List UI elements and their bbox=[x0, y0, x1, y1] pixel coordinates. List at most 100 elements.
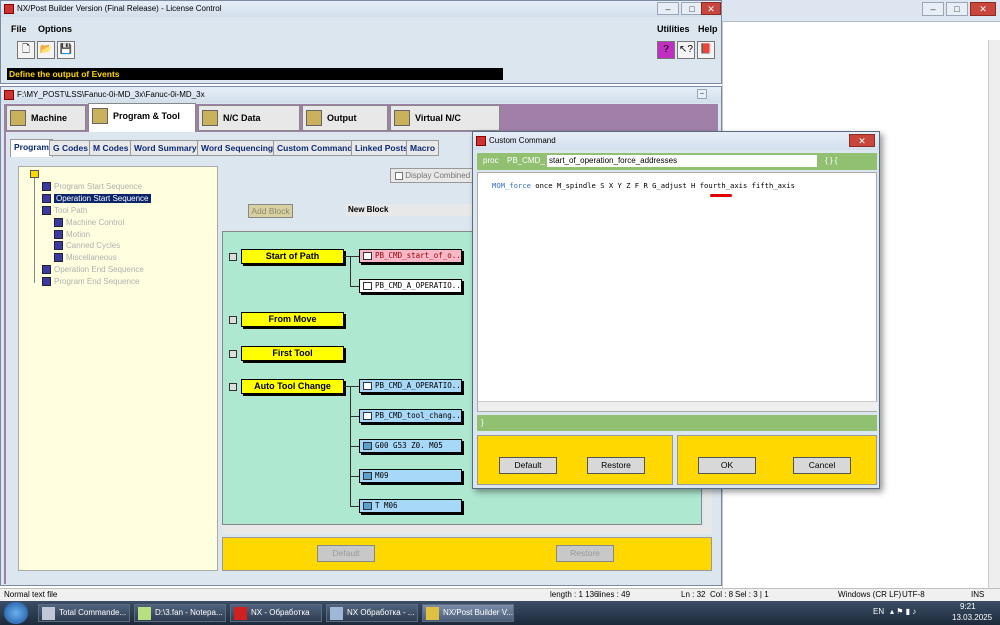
maximize-button[interactable]: □ bbox=[681, 2, 703, 15]
tree-item-canned-cycles[interactable]: Canned Cycles bbox=[54, 240, 120, 251]
minimize-button[interactable]: – bbox=[922, 2, 944, 16]
new-file-icon[interactable]: 🗋 bbox=[17, 41, 35, 59]
status-col: Col : 8 bbox=[710, 590, 734, 599]
dialog-cancel-button[interactable]: Cancel bbox=[793, 457, 851, 474]
command-block[interactable]: G00 G53 Z0. M05 bbox=[359, 439, 462, 453]
braces-label: { } { bbox=[825, 156, 838, 165]
tree-item-operation-start[interactable]: Operation Start Sequence bbox=[42, 193, 151, 204]
checkbox-icon bbox=[395, 171, 403, 180]
menu-utilities[interactable]: Utilities bbox=[657, 21, 690, 37]
root-folder-icon bbox=[30, 170, 39, 178]
open-folder-icon[interactable]: 📂 bbox=[37, 41, 55, 59]
command-block[interactable]: PB_CMD_A_OPERATIO... bbox=[359, 279, 462, 293]
tree-item-program-start[interactable]: Program Start Sequence bbox=[42, 181, 142, 192]
tree-item-program-end[interactable]: Program End Sequence bbox=[42, 276, 139, 287]
save-icon[interactable]: 💾 bbox=[57, 41, 75, 59]
tree-item-machine-control[interactable]: Machine Control bbox=[54, 217, 124, 228]
collapse-icon[interactable] bbox=[229, 253, 237, 261]
add-block-button[interactable]: Add Block bbox=[248, 204, 293, 218]
window-title: NX/Post Builder Version (Final Release) … bbox=[17, 4, 222, 13]
language-indicator[interactable]: EN bbox=[873, 607, 884, 616]
status-mode: INS bbox=[971, 590, 985, 599]
close-button[interactable]: ✕ bbox=[701, 2, 721, 15]
restore-button[interactable]: Restore bbox=[556, 545, 614, 562]
code-hscrollbar[interactable] bbox=[478, 401, 878, 411]
proc-header: proc PB_CMD_ start_of_operation_force_ad… bbox=[477, 153, 877, 170]
context-help-icon[interactable]: ↖? bbox=[677, 41, 695, 59]
tab-program-tool-path[interactable]: Program & Tool Path bbox=[88, 103, 196, 145]
task-post-builder[interactable]: NX/Post Builder V... bbox=[422, 604, 514, 622]
dialog-default-button[interactable]: Default bbox=[499, 457, 557, 474]
event-auto-tool-change[interactable]: Auto Tool Change bbox=[241, 379, 344, 394]
command-block[interactable]: T M06 bbox=[359, 499, 462, 513]
code-text: once M_spindle S X Y Z F R G_adjust H fo… bbox=[535, 181, 795, 190]
close-button[interactable]: ✕ bbox=[849, 134, 875, 147]
tab-program[interactable]: Program bbox=[10, 139, 53, 157]
tab-nc-data-definitions[interactable]: N/C Data Definitions bbox=[198, 105, 300, 147]
post-editor-titlebar: F:\MY_POST\LSS\Fanuc-0i-MD_3x\Fanuc-0i-M… bbox=[1, 87, 721, 103]
status-encoding: UTF-8 bbox=[902, 590, 925, 599]
tab-word-summary[interactable]: Word Summary bbox=[130, 140, 201, 156]
tray-icons[interactable]: ▴ ⚑ ▮ ♪ bbox=[890, 607, 916, 616]
close-button[interactable]: ✕ bbox=[970, 2, 996, 16]
taskbar: Total Commande... D:\3.fan - Notepa... N… bbox=[0, 601, 1000, 625]
tree-item-miscellaneous[interactable]: Miscellaneous bbox=[54, 252, 117, 263]
red-underline-mark bbox=[710, 194, 732, 197]
command-block[interactable]: PB_CMD_start_of_o... bbox=[359, 249, 462, 263]
event-start-of-path[interactable]: Start of Path bbox=[241, 249, 344, 264]
horizontal-scrollbar[interactable] bbox=[222, 525, 712, 534]
menu-help[interactable]: Help bbox=[698, 21, 718, 37]
tree-item-tool-path[interactable]: Tool Path bbox=[42, 205, 87, 216]
tab-machine-tool[interactable]: Machine Tool bbox=[6, 105, 86, 147]
dialog-restore-button[interactable]: Restore bbox=[587, 457, 645, 474]
maximize-button[interactable]: □ bbox=[946, 2, 968, 16]
hand-icon bbox=[363, 412, 372, 420]
notepad-scrollbar[interactable] bbox=[988, 40, 1000, 588]
task-nx-processing[interactable]: NX Обработка - ... bbox=[326, 604, 418, 622]
code-editor[interactable]: MOM_force once M_spindle S X Y Z F R G_a… bbox=[477, 172, 878, 412]
event-first-tool[interactable]: First Tool bbox=[241, 346, 344, 361]
tab-virtual-nc-controller[interactable]: Virtual N/C Controller bbox=[390, 105, 500, 147]
clock-time[interactable]: 9:21 bbox=[960, 602, 976, 611]
clock-date[interactable]: 13.03.2025 bbox=[952, 613, 992, 622]
status-line: Define the output of Events bbox=[7, 68, 503, 80]
manual-book-icon[interactable]: 📕 bbox=[697, 41, 715, 59]
event-from-move[interactable]: From Move bbox=[241, 312, 344, 327]
collapse-icon[interactable] bbox=[229, 316, 237, 324]
balloon-help-icon[interactable]: ? bbox=[657, 41, 675, 59]
collapse-icon[interactable] bbox=[229, 350, 237, 358]
display-combined-checkbox[interactable]: Display Combined bbox=[390, 168, 478, 183]
tab-custom-command[interactable]: Custom Command bbox=[273, 140, 357, 156]
minimize-button[interactable]: – bbox=[697, 89, 707, 99]
task-nx[interactable]: NX - Обработка bbox=[230, 604, 322, 622]
minimize-button[interactable]: – bbox=[657, 2, 679, 15]
command-block[interactable]: PB_CMD_tool_chang... bbox=[359, 409, 462, 423]
task-notepad[interactable]: D:\3.fan - Notepa... bbox=[134, 604, 226, 622]
tab-output-settings[interactable]: Output Settings bbox=[302, 105, 388, 147]
default-button[interactable]: Default bbox=[317, 545, 375, 562]
tab-linked-posts[interactable]: Linked Posts bbox=[351, 140, 412, 156]
menu-options[interactable]: Options bbox=[38, 21, 72, 37]
tab-g-codes[interactable]: G Codes bbox=[49, 140, 92, 156]
hand-icon bbox=[363, 382, 372, 390]
new-block-field[interactable]: New Block bbox=[346, 204, 472, 216]
command-name-input[interactable]: start_of_operation_force_addresses bbox=[547, 155, 817, 167]
tab-m-codes[interactable]: M Codes bbox=[89, 140, 133, 156]
command-block[interactable]: M09 bbox=[359, 469, 462, 483]
task-total-commander[interactable]: Total Commande... bbox=[38, 604, 130, 622]
menu-file[interactable]: File bbox=[11, 21, 27, 37]
tree-item-operation-end[interactable]: Operation End Sequence bbox=[42, 264, 144, 275]
command-block[interactable]: PB_CMD_A_OPERATIO... bbox=[359, 379, 462, 393]
hand-icon bbox=[363, 252, 372, 260]
tab-word-sequencing[interactable]: Word Sequencing bbox=[197, 140, 278, 156]
tree-item-motion[interactable]: Motion bbox=[54, 229, 90, 240]
status-sel: Sel : 3 | 1 bbox=[735, 590, 769, 599]
block-icon bbox=[363, 472, 372, 480]
nc-data-icon bbox=[202, 110, 218, 126]
tab-macro[interactable]: Macro bbox=[406, 140, 440, 156]
collapse-icon[interactable] bbox=[229, 383, 237, 391]
code-keyword: MOM_force bbox=[492, 181, 531, 190]
dialog-ok-button[interactable]: OK bbox=[698, 457, 756, 474]
nx-app-icon bbox=[4, 4, 14, 14]
start-button[interactable] bbox=[4, 602, 28, 624]
